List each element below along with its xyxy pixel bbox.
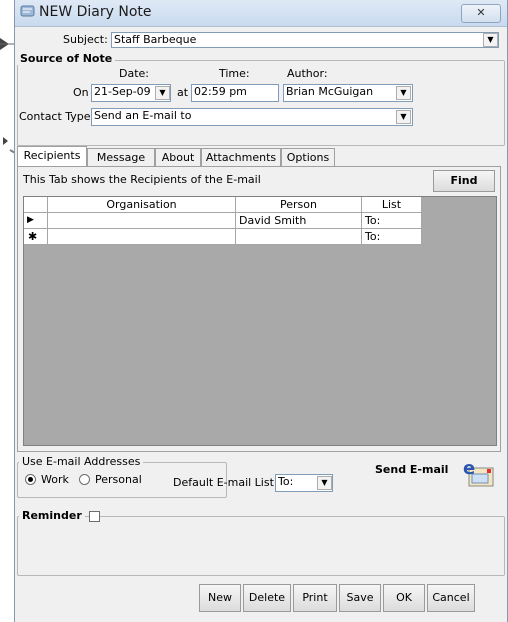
column-header-list[interactable]: List	[362, 197, 422, 213]
table-cell-list[interactable]: To:	[362, 213, 422, 229]
column-header-person[interactable]: Person	[236, 197, 362, 213]
close-icon: ✕	[476, 6, 486, 19]
table-cell-organisation[interactable]	[48, 213, 236, 229]
email-icon: e	[463, 458, 494, 487]
author-dropdown-button[interactable]: ▼	[396, 86, 411, 100]
close-button[interactable]: ✕	[461, 4, 501, 23]
contact-type-input[interactable]: Send an E-mail to	[91, 108, 413, 126]
grid-corner-cell	[24, 197, 48, 213]
tab-about[interactable]: About	[155, 148, 201, 166]
subject-input[interactable]: Staff Barbeque	[111, 32, 499, 48]
personal-radio-label[interactable]: Personal	[95, 473, 142, 486]
title-bar: NEW Diary Note ✕	[15, 0, 507, 27]
contact-type-label: Contact Type:	[19, 110, 95, 123]
time-input[interactable]: 02:59 pm	[191, 84, 279, 102]
work-radio-label[interactable]: Work	[41, 473, 69, 486]
recipients-info-text: This Tab shows the Recipients of the E-m…	[23, 173, 261, 186]
ok-button[interactable]: OK	[383, 584, 425, 612]
send-email-button[interactable]: e	[461, 458, 495, 490]
radio-selected-dot	[28, 477, 33, 482]
table-cell-organisation[interactable]	[48, 229, 236, 245]
on-label: On	[73, 86, 89, 99]
personal-radio[interactable]	[79, 474, 90, 485]
find-button[interactable]: Find	[433, 170, 495, 192]
row-marker-current-icon[interactable]: ▶	[24, 213, 48, 229]
cancel-button[interactable]: Cancel	[427, 584, 475, 612]
reminder-label: Reminder	[19, 509, 85, 522]
send-email-label: Send E-mail	[375, 463, 449, 476]
print-button[interactable]: Print	[293, 584, 337, 612]
default-email-list-dropdown-button[interactable]: ▼	[317, 476, 332, 490]
row-marker-new-icon[interactable]: ✱	[24, 229, 48, 245]
delete-button[interactable]: Delete	[243, 584, 291, 612]
table-cell-person[interactable]: David Smith	[236, 213, 362, 229]
diary-note-window: NEW Diary Note ✕ Subject: Staff Barbeque…	[14, 0, 508, 622]
subject-label: Subject:	[63, 33, 108, 46]
window-title: NEW Diary Note	[39, 4, 152, 20]
new-button[interactable]: New	[199, 584, 241, 612]
source-of-note-group	[17, 60, 505, 146]
time-label: Time:	[219, 67, 250, 80]
source-of-note-legend: Source of Note	[17, 52, 116, 65]
subject-dropdown-button[interactable]: ▼	[483, 33, 498, 47]
author-label: Author:	[287, 67, 328, 80]
table-cell-list[interactable]: To:	[362, 229, 422, 245]
tab-message[interactable]: Message	[87, 148, 155, 166]
table-cell-person[interactable]	[236, 229, 362, 245]
tab-options[interactable]: Options	[281, 148, 335, 166]
work-radio[interactable]	[25, 474, 36, 485]
contact-type-dropdown-button[interactable]: ▼	[396, 110, 411, 124]
tab-attachments[interactable]: Attachments	[201, 148, 281, 166]
date-dropdown-button[interactable]: ▼	[155, 86, 170, 100]
reminder-group	[17, 516, 505, 576]
column-header-organisation[interactable]: Organisation	[48, 197, 236, 213]
at-label: at	[177, 86, 189, 99]
save-button[interactable]: Save	[339, 584, 381, 612]
date-label: Date:	[119, 67, 149, 80]
default-email-list-label: Default E-mail List	[173, 476, 274, 489]
author-input[interactable]: Brian McGuigan	[283, 84, 413, 102]
svg-text:e: e	[463, 458, 475, 479]
email-addresses-legend: Use E-mail Addresses	[19, 455, 144, 468]
app-icon	[20, 4, 35, 18]
tab-recipients[interactable]: Recipients	[17, 146, 87, 167]
recipients-grid: Organisation Person List ▶ David Smith T…	[23, 196, 497, 446]
reminder-checkbox[interactable]	[89, 511, 100, 522]
